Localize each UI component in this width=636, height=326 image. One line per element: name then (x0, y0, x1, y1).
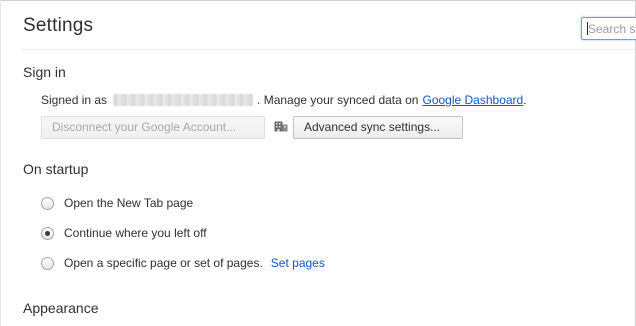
google-dashboard-link[interactable]: Google Dashboard (422, 93, 523, 107)
signed-in-prefix: Signed in as (41, 93, 108, 107)
disconnect-account-button[interactable]: Disconnect your Google Account... (41, 116, 265, 139)
title-divider (21, 49, 635, 50)
signed-in-line: Signed in as . Manage your synced data o… (41, 93, 527, 107)
window-top-border (0, 0, 636, 1)
startup-option-label: Continue where you left off (64, 226, 207, 240)
window-left-border (0, 0, 1, 326)
startup-option-label: Open a specific page or set of pages. (64, 256, 263, 270)
page-title: Settings (23, 15, 94, 36)
sentence-period: . (523, 93, 527, 107)
radio-button[interactable] (41, 196, 54, 210)
text-caret (587, 22, 588, 35)
radio-button[interactable] (41, 256, 54, 270)
search-input[interactable] (582, 18, 636, 39)
startup-option-label: Open the New Tab page (64, 196, 194, 210)
radio-button-selected[interactable] (41, 226, 54, 240)
search-field[interactable] (581, 17, 636, 40)
startup-option-specific-pages[interactable]: Open a specific page or set of pages. Se… (41, 255, 325, 271)
sign-in-heading: Sign in (23, 64, 66, 80)
building-icon (274, 121, 288, 132)
advanced-sync-settings-button[interactable]: Advanced sync settings... (293, 116, 463, 139)
set-pages-link[interactable]: Set pages (271, 256, 325, 270)
appearance-heading: Appearance (23, 300, 99, 316)
startup-option-new-tab[interactable]: Open the New Tab page (41, 195, 193, 211)
startup-option-continue[interactable]: Continue where you left off (41, 225, 207, 241)
manage-synced-text: . Manage your synced data on (257, 93, 419, 107)
on-startup-heading: On startup (23, 161, 89, 177)
redacted-account-email (113, 94, 254, 106)
